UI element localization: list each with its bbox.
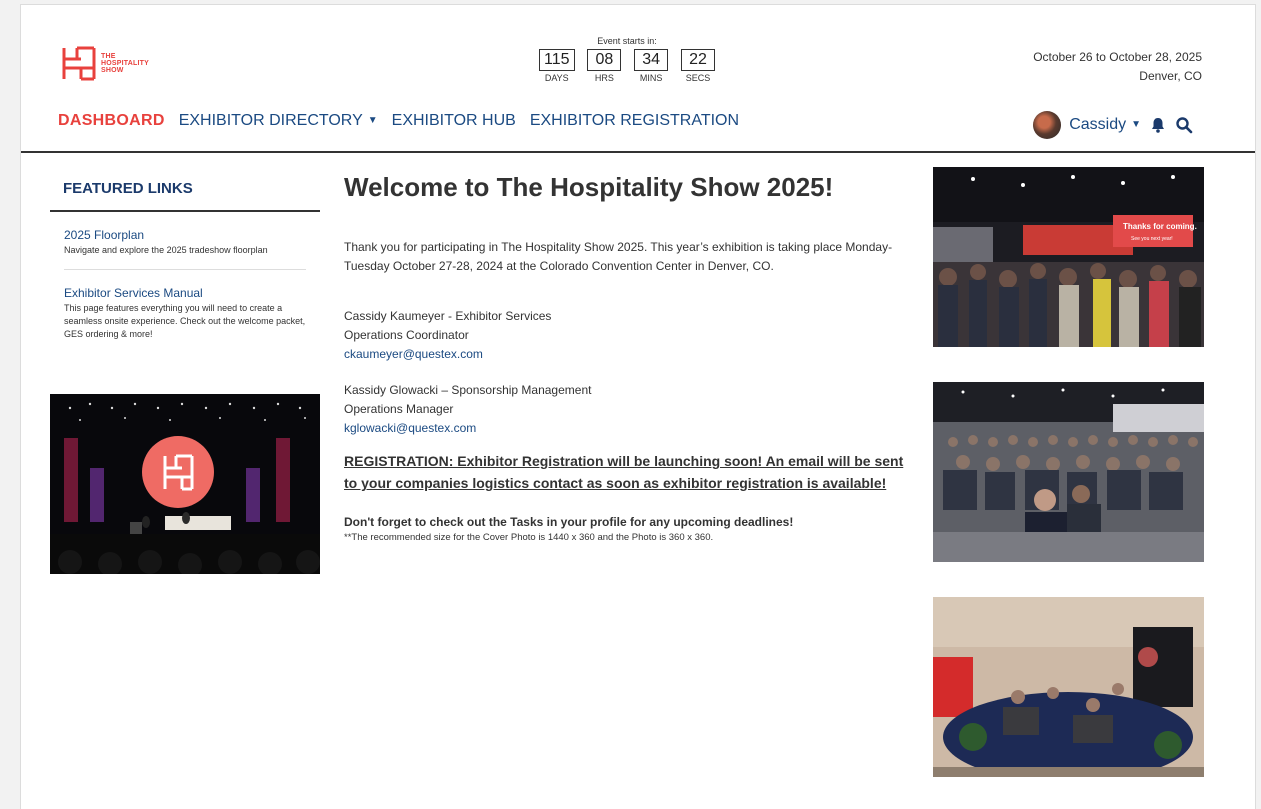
expo-banner-subtext: See you next year! [1131, 236, 1173, 242]
nav-dashboard[interactable]: DASHBOARD [58, 112, 165, 130]
caret-down-icon: ▼ [1131, 119, 1141, 130]
tasks-reminder: Don't forget to check out the Tasks in y… [344, 515, 794, 529]
expo-banner-text: Thanks for coming. [1123, 222, 1197, 231]
intro-text: Thank you for participating in The Hospi… [344, 240, 893, 273]
featured-link-floorplan[interactable]: 2025 Floorplan Navigate and explore the … [50, 212, 320, 257]
email-link[interactable]: ckaumeyer@questex.com [344, 345, 904, 364]
event-location: Denver, CO [1139, 69, 1202, 83]
header-divider [21, 151, 1255, 153]
event-dates: October 26 to October 28, 2025 [1033, 50, 1202, 64]
featured-links-title: FEATURED LINKS [50, 168, 320, 212]
bell-icon[interactable] [1149, 116, 1167, 134]
logo-mark-icon [62, 46, 96, 81]
lounge-booth-photo [933, 597, 1204, 777]
registration-notice: REGISTRATION: Exhibitor Registration wil… [344, 453, 904, 491]
nav-exhibitor-registration[interactable]: EXHIBITOR REGISTRATION [530, 112, 739, 130]
countdown-minutes: 34 MINS [634, 49, 669, 83]
countdown-days: 115 DAYS [539, 49, 575, 83]
logo[interactable]: THE HOSPITALITY SHOW [61, 45, 149, 82]
email-link[interactable]: kglowacki@questex.com [344, 419, 904, 438]
main-nav: DASHBOARD EXHIBITOR DIRECTORY ▼ EXHIBITOR… [58, 112, 739, 130]
event-info: October 26 to October 28, 2025 Denver, C… [1033, 48, 1202, 86]
contact-sponsorship: Kassidy Glowacki – Sponsorship Managemen… [344, 381, 904, 438]
contact-exhibitor-services: Cassidy Kaumeyer - Exhibitor Services Op… [344, 307, 904, 364]
audience-photo [933, 382, 1204, 562]
welcome-content: Welcome to The Hospitality Show 2025! Th… [344, 168, 904, 543]
expo-floor-photo: Thanks for coming. See you next year! [933, 167, 1204, 347]
countdown-hours: 08 HRS [587, 49, 622, 83]
logo-text: THE HOSPITALITY SHOW [101, 53, 149, 74]
avatar[interactable] [1033, 111, 1062, 139]
featured-links-panel: FEATURED LINKS 2025 Floorplan Navigate a… [50, 168, 320, 574]
user-menu[interactable]: Cassidy ▼ [1069, 116, 1141, 134]
user-area: Cassidy ▼ [1033, 111, 1193, 139]
event-countdown: Event starts in: 115 DAYS 08 HRS 34 MINS… [539, 36, 715, 83]
nav-exhibitor-directory[interactable]: EXHIBITOR DIRECTORY ▼ [179, 112, 378, 130]
user-name: Cassidy [1069, 116, 1127, 133]
photo-size-note: **The recommended size for the Cover Pho… [344, 532, 714, 543]
countdown-label: Event starts in: [597, 36, 657, 46]
countdown-seconds: 22 SECS [681, 49, 715, 83]
page-frame: THE HOSPITALITY SHOW Event starts in: 11… [20, 4, 1256, 809]
page-title: Welcome to The Hospitality Show 2025! [344, 172, 834, 202]
search-icon[interactable] [1175, 116, 1193, 134]
caret-down-icon: ▼ [367, 115, 378, 126]
stage-photo [50, 394, 320, 574]
featured-link-services-manual[interactable]: Exhibitor Services Manual This page feat… [50, 270, 320, 341]
nav-exhibitor-hub[interactable]: EXHIBITOR HUB [392, 112, 516, 130]
